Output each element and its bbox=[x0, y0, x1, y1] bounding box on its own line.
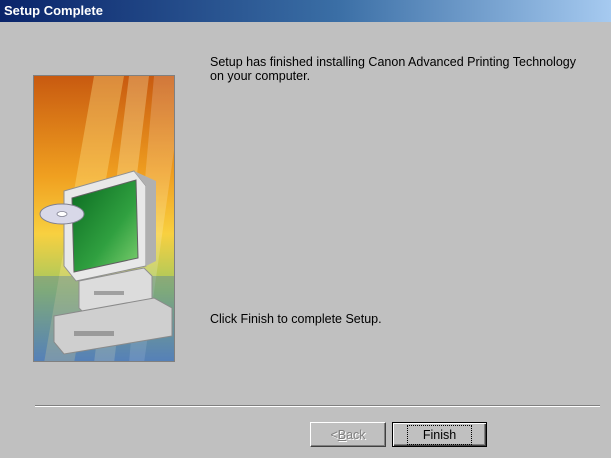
finish-instruction: Click Finish to complete Setup. bbox=[210, 312, 382, 326]
back-label-rest: ack bbox=[346, 427, 366, 442]
setup-illustration bbox=[33, 75, 175, 362]
title-bar[interactable]: Setup Complete bbox=[0, 0, 611, 22]
finish-button-label: Finish bbox=[406, 424, 473, 445]
setup-complete-dialog: Setup Complete Setup has finished instal… bbox=[0, 0, 611, 458]
completion-message: Setup has finished installing Canon Adva… bbox=[210, 55, 576, 83]
back-mnemonic: B bbox=[337, 427, 347, 442]
window-title: Setup Complete bbox=[4, 3, 103, 18]
button-separator bbox=[35, 405, 600, 407]
finish-button[interactable]: Finish bbox=[392, 422, 487, 447]
computer-illustration-icon bbox=[34, 76, 174, 361]
back-button[interactable]: < Back bbox=[310, 422, 386, 447]
back-prefix: < bbox=[330, 427, 338, 442]
